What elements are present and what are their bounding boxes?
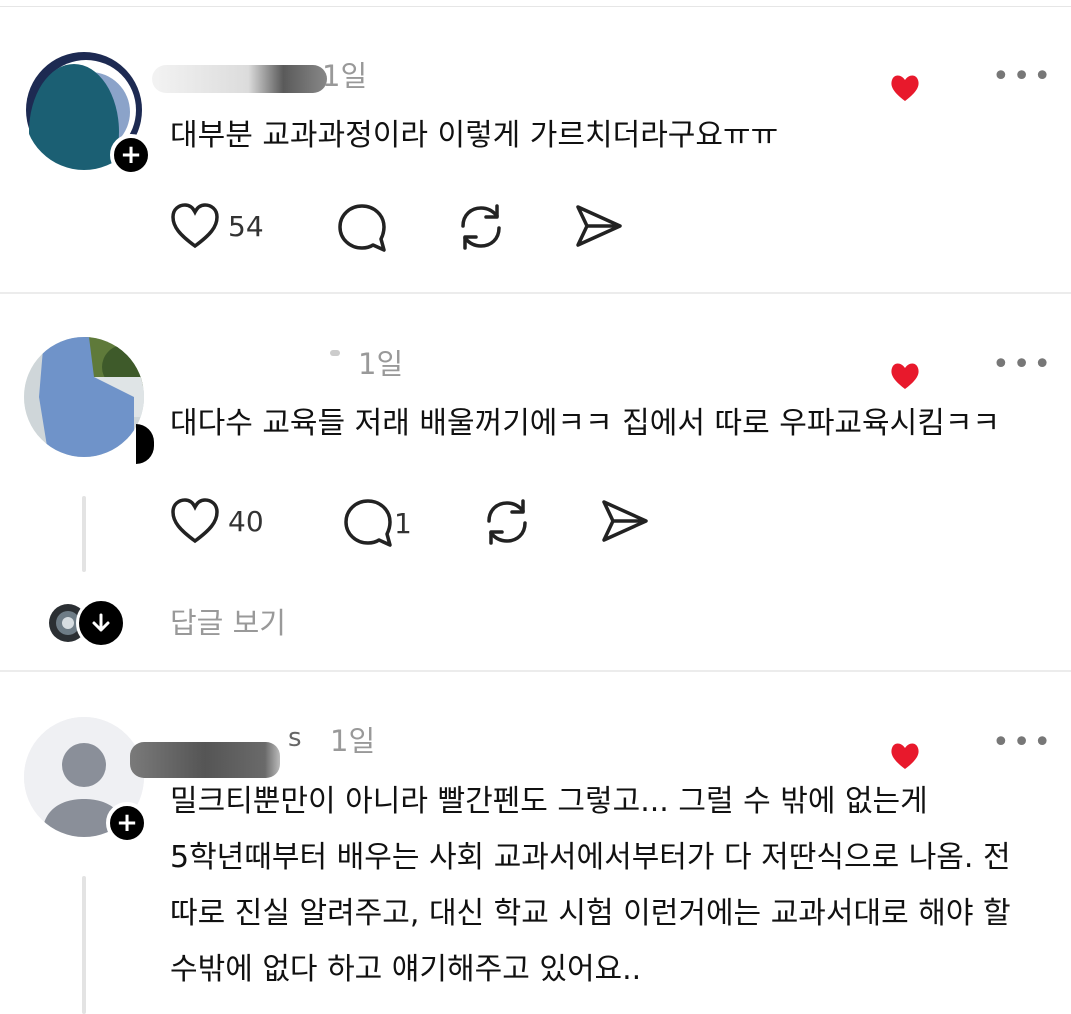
reply-button[interactable]: 1 xyxy=(342,497,412,549)
more-options-icon[interactable]: ••• xyxy=(992,350,1054,380)
follow-plus-button[interactable]: + xyxy=(110,134,152,176)
comment-text-line-4: 수밖에 없다 하고 얘기해주고 있어요.. xyxy=(170,952,642,987)
more-options-icon[interactable]: ••• xyxy=(992,728,1054,758)
repost-icon xyxy=(461,204,501,250)
reply-count: 1 xyxy=(394,506,412,540)
username-redacted xyxy=(330,350,340,356)
repost-button[interactable] xyxy=(455,202,507,252)
comment-time: 1일 xyxy=(330,724,376,758)
arrow-down-icon xyxy=(76,598,126,648)
top-divider xyxy=(0,6,1071,7)
send-icon xyxy=(602,500,648,542)
heart-icon xyxy=(171,498,219,544)
send-icon xyxy=(576,205,622,247)
follow-plus-button[interactable]: + xyxy=(106,802,148,844)
more-options-icon[interactable]: ••• xyxy=(992,62,1054,92)
comment-bubble-icon xyxy=(344,499,392,547)
comment-text-line-2: 5학년때부터 배우는 사회 교과서에서부터가 다 저딴식으로 나옴. 전 xyxy=(170,840,1011,875)
comment-divider xyxy=(0,670,1071,672)
comment-text-line-3: 따로 진실 알려주고, 대신 학교 시험 이런거에는 교과서대로 해야 할 xyxy=(170,896,1011,931)
follow-badge-partial[interactable] xyxy=(136,424,154,464)
comment-time: 1일 xyxy=(358,347,404,381)
like-count: 54 xyxy=(228,209,264,243)
avatar-image xyxy=(24,337,144,457)
comment-text: 대부분 교과과정이라 이렇게 가르치더라구요ㅠㅠ xyxy=(170,118,779,153)
repost-icon xyxy=(487,499,527,545)
username-redacted xyxy=(152,65,327,93)
comment-divider xyxy=(0,292,1071,294)
repost-button[interactable] xyxy=(481,497,533,547)
avatar[interactable] xyxy=(24,337,144,457)
like-button[interactable]: 54 xyxy=(170,202,264,250)
view-replies-link[interactable]: 답글 보기 xyxy=(170,600,286,642)
like-button[interactable]: 40 xyxy=(170,497,264,545)
heart-reaction-icon xyxy=(891,743,919,769)
like-count: 40 xyxy=(228,504,264,538)
thread-line xyxy=(82,496,86,572)
reply-button[interactable] xyxy=(336,202,388,254)
share-button[interactable] xyxy=(600,497,650,545)
comment-bubble-icon xyxy=(338,204,386,252)
reply-preview[interactable] xyxy=(48,598,126,648)
share-button[interactable] xyxy=(574,202,624,250)
comment-time: 1일 xyxy=(322,59,368,93)
comment-text: 대다수 교육들 저래 배울꺼기에ㅋㅋ 집에서 따로 우파교육시킴ㅋㅋ xyxy=(170,406,1001,441)
heart-icon xyxy=(171,203,219,249)
comment-text-line-1: 밀크티뿐만이 아니라 빨간펜도 그렇고... 그럴 수 밖에 없는게 xyxy=(170,784,928,819)
username-redacted xyxy=(130,742,280,778)
username-fragment: s xyxy=(288,723,302,753)
heart-reaction-icon xyxy=(891,363,919,389)
thread-line xyxy=(82,876,86,1014)
heart-reaction-icon xyxy=(891,75,919,101)
